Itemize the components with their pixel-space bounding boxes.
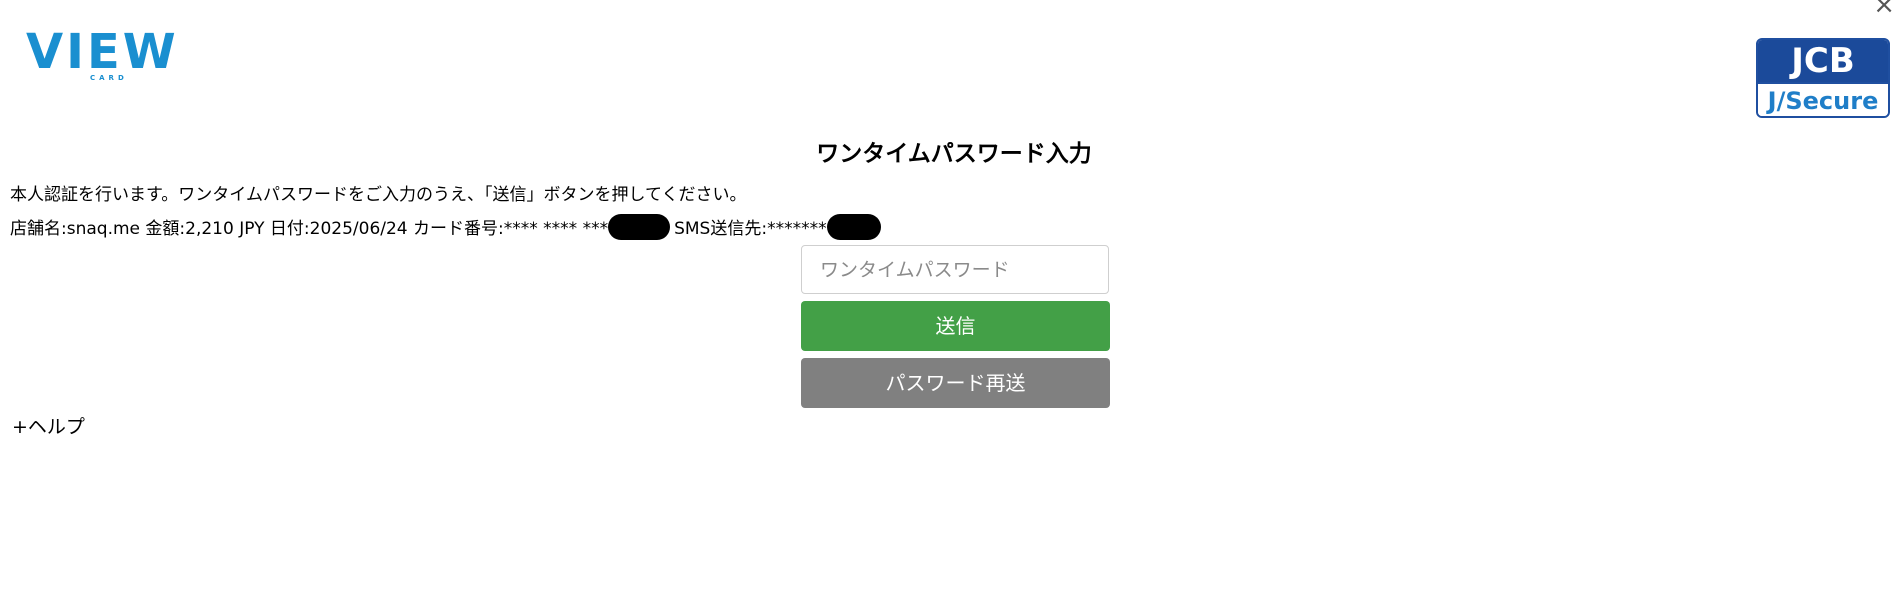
sms-label: SMS送信先:: [674, 219, 768, 239]
date-value: 2025/06/24: [309, 219, 408, 239]
shop-value: snaq.me: [66, 219, 140, 239]
card-number-redaction: [608, 214, 671, 240]
card-number-label: カード番号:: [413, 219, 504, 239]
amount-label: 金額:: [145, 219, 186, 239]
view-card-logo: VIEW CARD: [18, 22, 178, 90]
card-number-value: **** **** ***: [503, 219, 609, 239]
amount-value: 2,210 JPY: [185, 219, 265, 239]
submit-button[interactable]: 送信: [801, 301, 1110, 351]
view-logo-text: VIEW: [26, 24, 179, 80]
help-link[interactable]: +ヘルプ: [12, 412, 85, 439]
otp-page: × VIEW CARD JCB J/Secure ワンタイムパスワード入力 本人…: [0, 0, 1897, 591]
instruction-text: 本人認証を行います。ワンタイムパスワードをご入力のうえ、「送信」ボタンを押してく…: [10, 185, 747, 205]
jsecure-logo-text: J/Secure: [1758, 82, 1888, 116]
page-title: ワンタイムパスワード入力: [816, 141, 1092, 167]
view-logo-subtext: CARD: [90, 74, 128, 82]
sms-value: *******: [767, 219, 827, 239]
date-label: 日付:: [269, 219, 310, 239]
transaction-details: 店舗名:snaq.me 金額:2,210 JPY 日付:2025/06/24 カ…: [10, 214, 881, 240]
sms-number-redaction: [826, 214, 881, 240]
jcb-jsecure-logo: JCB J/Secure: [1756, 38, 1890, 118]
otp-input[interactable]: [801, 245, 1109, 294]
shop-label: 店舗名:: [10, 219, 67, 239]
resend-password-button[interactable]: パスワード再送: [801, 358, 1110, 408]
close-icon[interactable]: ×: [1873, 0, 1895, 18]
jcb-logo-text: JCB: [1758, 40, 1888, 82]
